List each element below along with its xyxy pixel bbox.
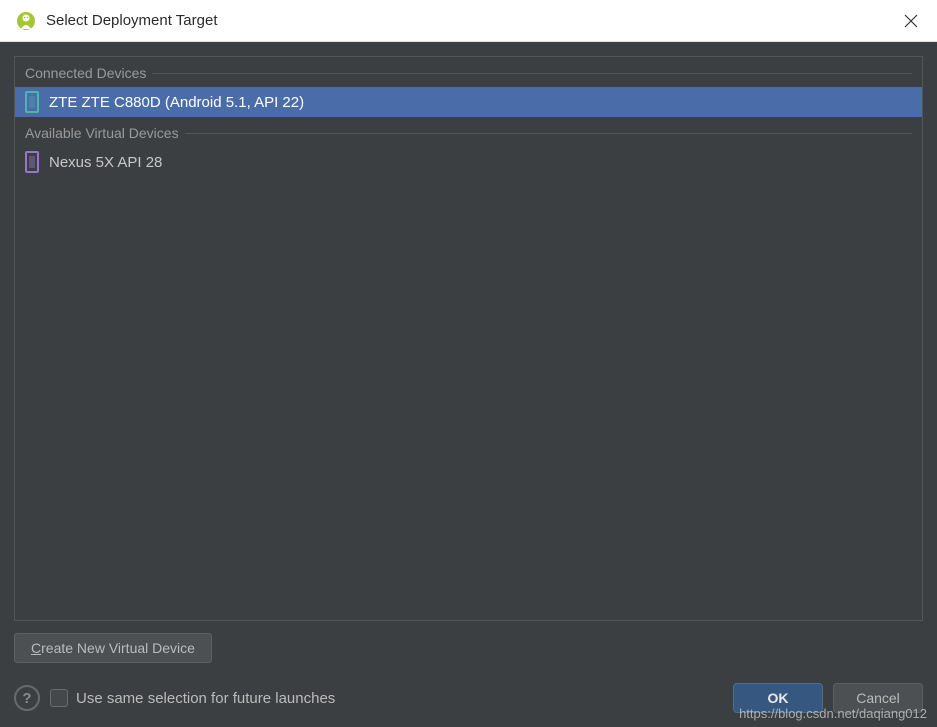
android-studio-icon — [16, 11, 36, 31]
device-list-panel: Connected Devices ZTE ZTE C880D (Android… — [14, 56, 923, 621]
device-item-nexus[interactable]: Nexus 5X API 28 — [15, 147, 922, 177]
create-virtual-device-button[interactable]: Create New Virtual Device — [14, 633, 212, 663]
help-icon: ? — [22, 690, 31, 707]
connected-devices-label: Connected Devices — [25, 65, 146, 81]
titlebar: Select Deployment Target — [0, 0, 937, 42]
dialog-title: Select Deployment Target — [46, 12, 901, 29]
cancel-button[interactable]: Cancel — [833, 683, 923, 713]
checkbox-box — [50, 689, 68, 707]
device-item-zte[interactable]: ZTE ZTE C880D (Android 5.1, API 22) — [15, 87, 922, 117]
close-button[interactable] — [901, 11, 921, 31]
content-area: Connected Devices ZTE ZTE C880D (Android… — [0, 42, 937, 727]
checkbox-label: Use same selection for future launches — [76, 690, 335, 707]
connected-devices-header: Connected Devices — [15, 57, 922, 87]
ok-label: OK — [768, 690, 789, 706]
help-button[interactable]: ? — [14, 685, 40, 711]
virtual-devices-label: Available Virtual Devices — [25, 125, 179, 141]
virtual-devices-header: Available Virtual Devices — [15, 117, 922, 147]
use-same-selection-checkbox[interactable]: Use same selection for future launches — [50, 689, 723, 707]
cancel-label: Cancel — [856, 690, 900, 706]
virtual-phone-icon — [25, 151, 39, 173]
close-icon — [904, 14, 918, 28]
device-label: ZTE ZTE C880D (Android 5.1, API 22) — [49, 94, 304, 111]
device-label: Nexus 5X API 28 — [49, 154, 162, 171]
ok-button[interactable]: OK — [733, 683, 823, 713]
mnemonic: C — [31, 640, 41, 656]
phone-icon — [25, 91, 39, 113]
button-label-rest: reate New Virtual Device — [41, 640, 195, 656]
bottom-bar: ? Use same selection for future launches… — [14, 683, 923, 713]
below-panel: Create New Virtual Device — [14, 633, 923, 663]
